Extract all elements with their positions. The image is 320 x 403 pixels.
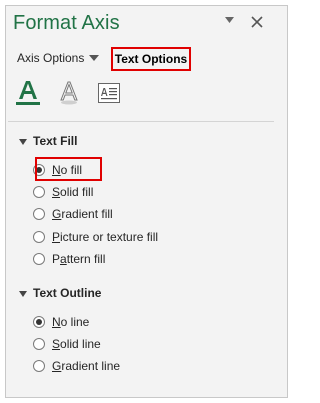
caret-down-icon[interactable] [19, 290, 27, 298]
highlight-box-no-fill [35, 157, 102, 181]
radio-button[interactable] [33, 186, 45, 198]
pane-options-arrow-icon[interactable] [225, 17, 234, 23]
radio-label-pattern-fill: PAttern fill [52, 252, 106, 266]
tab-text-options[interactable]: Text Options [111, 47, 191, 71]
textbox-icon[interactable] [97, 80, 121, 106]
radio-label-gradient-fill: Gradient fill [52, 207, 113, 221]
radio-button[interactable] [33, 360, 45, 372]
text-fill-outline-icon[interactable] [16, 80, 40, 106]
tab-axis-options[interactable]: Axis Options [17, 51, 84, 65]
radio-button[interactable] [33, 253, 45, 265]
pane-title: Format Axis [13, 12, 120, 34]
radio-button[interactable] [33, 316, 45, 328]
radio-button[interactable] [33, 338, 45, 350]
text-effects-icon[interactable] [57, 80, 81, 106]
radio-button[interactable] [33, 208, 45, 220]
section-label-text-fill: Text Fill [33, 134, 78, 148]
radio-label-gradient-line: Gradient line [52, 359, 121, 373]
radio-label-solid-line: Solid line [52, 337, 101, 351]
radio-label-solid-fill: Solid fill [52, 185, 94, 199]
section-divider [8, 121, 274, 122]
caret-down-icon[interactable] [19, 138, 27, 146]
section-label-text-outline: Text Outline [33, 286, 102, 300]
radio-label-picture-texture-fill: Picture or texture fill [52, 230, 159, 244]
radio-button[interactable] [33, 231, 45, 243]
chevron-down-icon[interactable] [89, 55, 99, 61]
radio-label-no-line: No line [52, 315, 90, 329]
close-icon[interactable] [251, 16, 263, 28]
